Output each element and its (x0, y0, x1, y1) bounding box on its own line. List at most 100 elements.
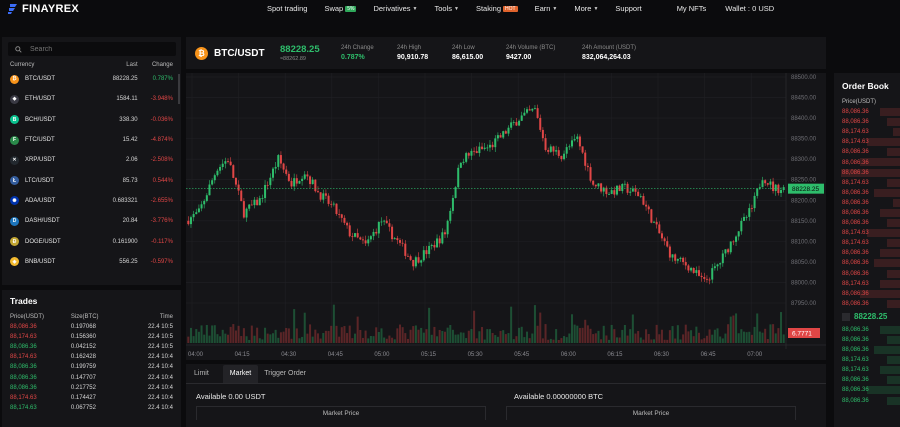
market-row[interactable]: F FTC/USDT 15.42 -4.874% (2, 130, 181, 150)
market-row[interactable]: Ð DOGE/USDT 0.161900 -0.117% (2, 231, 181, 251)
nav-item-wallet-0-usd[interactable]: Wallet : 0 USD (725, 4, 774, 13)
order-book-row[interactable]: 88,086.36 (834, 248, 900, 258)
order-book-row[interactable]: 88,174.63 (834, 178, 900, 188)
candle-body (700, 275, 703, 278)
order-book-price: 88,086.36 (842, 119, 869, 126)
sell-market-price-field[interactable]: Market Price (506, 406, 796, 420)
volume-bar (316, 333, 319, 343)
order-book-row[interactable]: 88,086.36 (834, 299, 900, 309)
tab-market[interactable]: Market (222, 365, 259, 383)
candle-body (650, 209, 653, 223)
market-row[interactable]: TTRX/USDT0.2478001.259% (2, 272, 181, 274)
order-book-row[interactable]: 88,086.36 (834, 258, 900, 268)
volume-bar (396, 328, 399, 343)
order-book-row[interactable]: 88,086.36 (834, 168, 900, 178)
order-book-price: 88,086.36 (842, 387, 869, 394)
bitcoin-icon: ₿ (195, 46, 208, 60)
order-book-row[interactable]: 88,174.63 (834, 127, 900, 137)
volume-bar (486, 329, 489, 343)
nav-item-tools[interactable]: Tools ▼ (435, 4, 459, 13)
order-book-row[interactable]: 88,086.36 (834, 157, 900, 167)
order-book-row[interactable]: 88,086.36 (834, 107, 900, 117)
order-book-row[interactable]: 88,086.36 (834, 375, 900, 385)
market-row[interactable]: B BCH/USDT 338.30 -0.036% (2, 110, 181, 130)
volume-bar (777, 328, 780, 343)
order-book-row[interactable]: 88,174.63 (834, 228, 900, 238)
candle-body (433, 244, 436, 248)
header-change: Change (151, 62, 173, 68)
buy-market-price-field[interactable]: Market Price (196, 406, 486, 420)
order-book-row[interactable]: 88,174.63 (834, 238, 900, 248)
order-book-row[interactable]: 88,086.36 (834, 147, 900, 157)
order-book-row[interactable]: 88,174.63 (834, 279, 900, 289)
order-book-row[interactable]: 88,174.63 (834, 365, 900, 375)
volume-bar (502, 330, 505, 343)
y-tick-label: 88450.00 (791, 96, 817, 102)
volume-label: 6.7771 (792, 331, 812, 338)
candle-body (446, 220, 449, 235)
candle-body (227, 161, 230, 162)
order-book-row[interactable]: 88,086.36 (834, 289, 900, 299)
order-book-row[interactable]: 88,086.36 (834, 396, 900, 406)
order-book-row[interactable]: 88,086.36 (834, 335, 900, 345)
tab-limit[interactable]: Limit (194, 370, 217, 383)
volume-bar (354, 333, 357, 343)
tab-trigger-order[interactable]: Trigger Order (264, 370, 314, 383)
order-book-row[interactable]: 88,174.63 (834, 355, 900, 365)
order-book-row[interactable]: 88,086.36 (834, 325, 900, 335)
volume-bar (671, 326, 674, 343)
order-book-row[interactable]: 88,086.36 (834, 345, 900, 355)
nav-item-swap[interactable]: Swap 5% (324, 4, 357, 13)
candle-body (660, 233, 663, 239)
trade-time: 22.4 10:4 (147, 364, 173, 371)
order-book-row[interactable]: 88,086.36 (834, 269, 900, 279)
candle-body (221, 163, 224, 167)
nav-item-my-nfts[interactable]: My NFTs (677, 4, 707, 13)
candlestick-chart[interactable]: 88500.00 88450.00 88400.00 88350.00 88300.00… (186, 73, 826, 360)
order-book-row[interactable]: 88,086.36 (834, 208, 900, 218)
market-row[interactable]: ◈ BNB/USDT 556.25 -0.597% (2, 252, 181, 272)
order-book-row[interactable]: 88,086.36 (834, 218, 900, 228)
nav-item-more[interactable]: More ▼ (574, 4, 598, 13)
volume-bar (232, 324, 235, 343)
depth-bar (886, 299, 900, 308)
order-book-row[interactable]: 88,086.36 (834, 198, 900, 208)
y-tick-label: 87950.00 (791, 301, 817, 307)
nav-item-earn[interactable]: Earn ▼ (535, 4, 558, 13)
market-row[interactable]: ◆ ETH/USDT 1584.11 -3.948% (2, 89, 181, 109)
candle-body (338, 214, 341, 215)
volume-bar (780, 312, 783, 343)
market-change: 0.787% (152, 76, 173, 83)
market-row[interactable]: Ł LTC/USDT 85.73 0.544% (2, 170, 181, 190)
candle-body (443, 232, 446, 235)
x-tick-label: 05:45 (514, 352, 530, 358)
market-scrollbar[interactable] (178, 74, 180, 104)
candle-body (203, 200, 206, 205)
nav-item-derivatives[interactable]: Derivatives ▼ (373, 4, 417, 13)
market-row[interactable]: ₿ BTC/USDT 88228.25 0.787% (2, 69, 181, 89)
market-row[interactable]: D DASH/USDT 20.84 -3.776% (2, 211, 181, 231)
candle-body (584, 152, 587, 166)
volume-bar (621, 329, 624, 343)
x-tick-label: 04:00 (188, 352, 204, 358)
volume-bar (457, 334, 460, 343)
nav-item-support[interactable]: Support (615, 4, 641, 13)
order-book-row[interactable]: 88,086.36 (834, 117, 900, 127)
chart-panel[interactable]: 88500.00 88450.00 88400.00 88350.00 88300.00… (186, 73, 826, 360)
candle-body (436, 238, 439, 248)
order-book-row[interactable]: 88,174.63 (834, 137, 900, 147)
y-tick-label: 88400.00 (791, 116, 817, 122)
search-box[interactable] (8, 42, 176, 56)
nav-item-staking[interactable]: Staking HOT (476, 4, 518, 13)
nav-item-spot-trading[interactable]: Spot trading (267, 4, 307, 13)
market-row[interactable]: ✺ ADA/USDT 0.683321 -2.655% (2, 191, 181, 211)
candle-body (473, 150, 476, 152)
order-book-row[interactable]: 88,086.36 (834, 385, 900, 395)
ticker-pair[interactable]: BTC/USDT (214, 48, 280, 59)
brand-logo[interactable]: FINAYREX (8, 3, 79, 15)
volume-bar (570, 314, 574, 343)
order-book-row[interactable]: 88,086.36 (834, 188, 900, 198)
y-tick-label: 88500.00 (791, 75, 817, 81)
market-row[interactable]: ✕ XRP/USDT 2.06 -2.508% (2, 150, 181, 170)
search-input[interactable] (30, 45, 150, 53)
